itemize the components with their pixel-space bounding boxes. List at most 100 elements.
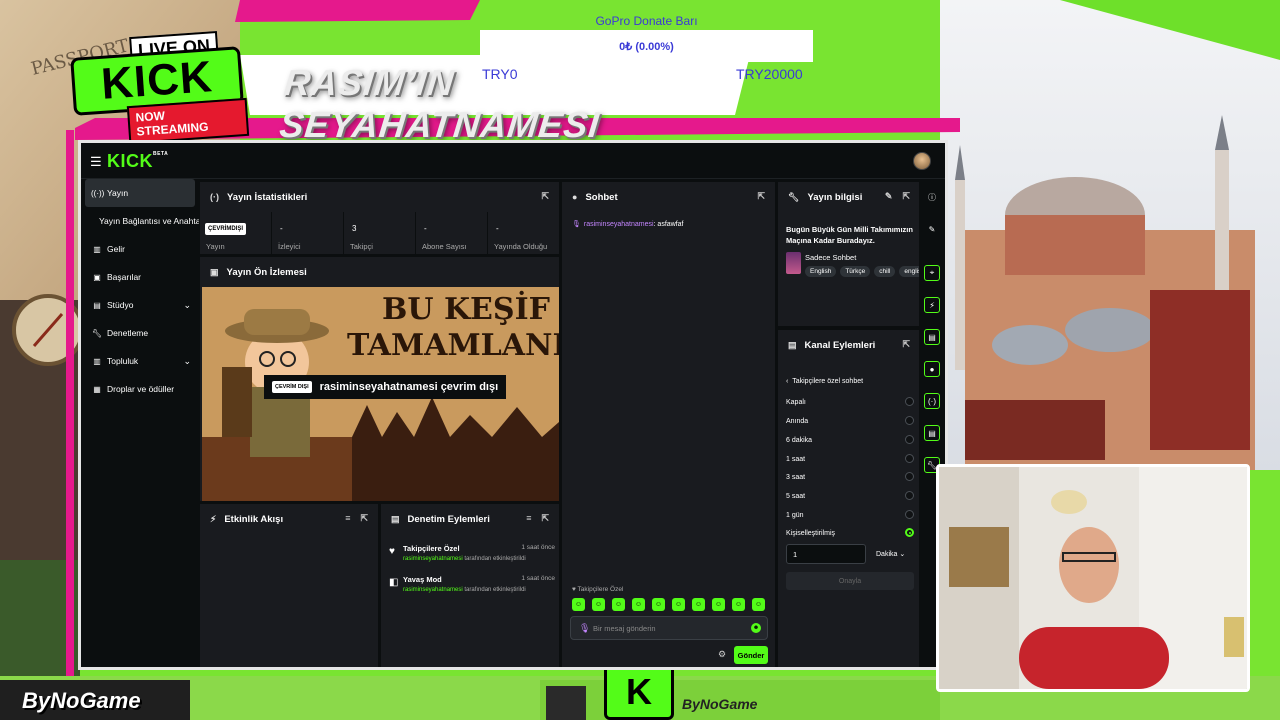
activity-feed-header: ⚡︎ Etkinlik Akışı ≡ ⇱ — [210, 513, 368, 525]
kick-logo[interactable]: KICKBETA — [107, 151, 168, 172]
stream-preview-header: ▣ Yayın Ön İzlemesi — [210, 266, 307, 278]
duration-unit-select[interactable]: Dakika ⌄ — [876, 544, 916, 564]
emote-icon[interactable]: ☺ — [572, 598, 585, 611]
radio-button[interactable] — [905, 397, 914, 406]
category-thumbnail — [786, 252, 801, 274]
chat-header: ● Sohbet ⇱ — [572, 191, 765, 203]
radio-button[interactable] — [905, 510, 914, 519]
emote-icon[interactable]: ☺ — [632, 598, 645, 611]
mod-actions-panel: ▤ Denetim Eylemleri ≡ ⇱ ♥ Takipçilere Öze… — [380, 503, 560, 667]
popout-icon[interactable]: ⇱ — [541, 191, 549, 202]
chat-message: 🎙︎ rasiminseyahatnamesi: asfawfaf — [572, 220, 684, 228]
emote-icon[interactable]: ☺ — [612, 598, 625, 611]
stat-live-duration: - Yayında Olduğu — [494, 224, 548, 251]
stream-stats-panel: (·) Yayın İstatistikleri ⇱ ÇEVRİMDIŞI Ya… — [199, 181, 560, 255]
user-avatar[interactable] — [913, 152, 931, 170]
info-icon[interactable]: ⓘ — [924, 189, 940, 205]
sidebar-item-moderation[interactable]: 🔧︎ Denetleme — [81, 319, 197, 347]
emote-icon[interactable]: ☺ — [652, 598, 665, 611]
radio-button[interactable] — [905, 435, 914, 444]
popout-icon[interactable]: ⇱ — [902, 339, 910, 350]
edit-icon[interactable]: ✎ — [924, 221, 940, 237]
sidebar-item-stream[interactable]: ((·)) Yayın — [85, 179, 195, 207]
bottom-kick-logo: K — [604, 664, 674, 720]
server-icon[interactable]: ▤ — [924, 425, 940, 441]
webcam-image — [939, 467, 1247, 689]
radio-option[interactable]: 5 saat — [786, 489, 914, 503]
heart-icon: ♥ — [389, 546, 395, 557]
sidebar-item-achievements[interactable]: ▣ Başarılar — [81, 263, 197, 291]
banner-heading-2: TAMAMLANDI — [347, 328, 559, 363]
popout-icon[interactable]: ⇱ — [541, 513, 549, 524]
radio-option[interactable]: 1 saat — [786, 452, 914, 466]
clipboard-icon[interactable]: ▤ — [924, 329, 940, 345]
gear-icon[interactable]: ⚙︎ — [718, 649, 726, 660]
chat-icon[interactable]: ● — [924, 361, 940, 377]
radio-option[interactable]: 3 saat — [786, 470, 914, 484]
kick-beta-badge: BETA — [153, 151, 169, 157]
emote-icon[interactable]: ☺ — [592, 598, 605, 611]
chat-icon: ● — [572, 192, 578, 202]
chat-text: : asfawfaf — [653, 221, 684, 228]
sidebar-item-community[interactable]: ▥ Topluluk ⌄ — [81, 347, 197, 375]
emote-icon[interactable]: ☺ — [692, 598, 705, 611]
radio-option[interactable]: Kapalı — [786, 395, 914, 409]
custom-duration-input[interactable]: 1 — [786, 544, 866, 564]
server-icon: ▤ — [788, 339, 797, 350]
sidebar-item-revenue[interactable]: ▥ Gelir — [81, 235, 197, 263]
radio-button[interactable] — [905, 472, 914, 481]
chevron-down-icon: ⌄ — [899, 551, 906, 558]
radio-option[interactable]: Kişiselleştirilmiş — [786, 526, 914, 540]
radio-option[interactable]: 1 gün — [786, 508, 914, 522]
offline-pill: ÇEVRİM DIŞI — [272, 381, 312, 393]
trophy-icon: ▣ — [93, 272, 101, 282]
stream-preview-panel: ▣ Yayın Ön İzlemesi BU KEŞİF TAMAMLANDI … — [199, 256, 560, 502]
sidebar-item-drops[interactable]: ▦ Droplar ve ödüller — [81, 375, 197, 403]
show-title: RASIM’IN SEYAHATNAMESI — [277, 62, 602, 145]
target-icon[interactable]: ⌖ — [924, 265, 940, 281]
emoji-picker-icon[interactable]: ☻ — [751, 623, 761, 633]
stat-followers: 3 Takipçi — [344, 212, 416, 254]
popout-icon[interactable]: ⇱ — [360, 513, 368, 524]
offline-text: rasiminseyahatnamesi çevrim dışı — [319, 381, 499, 393]
kick-creator-dashboard: ☰ KICKBETA ((·)) Yayın Yayın Bağlantısı v… — [78, 140, 948, 670]
back-link[interactable]: ‹ Takipçilere özel sohbet — [786, 378, 863, 385]
radio-option[interactable]: 6 dakika — [786, 433, 914, 447]
emote-icon[interactable]: ☺ — [752, 598, 765, 611]
sidebar-item-stream-key[interactable]: Yayın Bağlantısı ve Anahtarı — [81, 207, 206, 235]
quick-emotes: ☺ ☺ ☺ ☺ ☺ ☺ ☺ ☺ ☺ ☺ — [572, 598, 765, 611]
wrench-icon: 🔧︎ — [788, 191, 800, 202]
tag-chip: Türkçe — [840, 266, 871, 277]
sidebar: ((·)) Yayın Yayın Bağlantısı ve Anahtarı … — [81, 179, 206, 667]
popout-icon[interactable]: ⇱ — [757, 191, 765, 202]
confirm-button[interactable]: Onayla — [786, 572, 914, 590]
channel-actions-header: ▤ Kanal Eylemleri ⇱ — [788, 339, 910, 351]
radio-button-selected[interactable] — [905, 528, 914, 537]
mod-actions-header: ▤ Denetim Eylemleri ≡ ⇱ — [391, 513, 549, 525]
banner-heading-1: BU KEŞİF — [382, 290, 550, 327]
chat-username[interactable]: rasiminseyahatnamesi — [584, 221, 654, 228]
filter-icon[interactable]: ≡ — [526, 513, 531, 524]
bolt-icon[interactable]: ⚡︎ — [924, 297, 940, 313]
broadcast-icon[interactable]: (·) — [924, 393, 940, 409]
emote-icon[interactable]: ☺ — [672, 598, 685, 611]
send-button[interactable]: Gönder — [734, 646, 768, 664]
sidebar-item-studio[interactable]: ▤ Stüdyo ⌄ — [81, 291, 197, 319]
radio-button[interactable] — [905, 416, 914, 425]
mic-badge-icon: 🎙︎ — [572, 221, 581, 228]
radio-button[interactable] — [905, 454, 914, 463]
menu-icon[interactable]: ☰ — [90, 154, 102, 170]
chat-input[interactable]: 🎙︎ Bir mesaj gönderin ☻ — [570, 616, 768, 640]
radio-button[interactable] — [905, 491, 914, 500]
radio-option[interactable]: Anında — [786, 414, 914, 428]
stream-info-panel: 🔧︎ Yayın bilgisi ✎ ⇱ Bugün Büyük Gün Mill… — [777, 181, 931, 327]
edit-icon[interactable]: ✎ — [885, 191, 893, 202]
donate-bar-title: GoPro Donate Barı — [595, 14, 698, 28]
chat-panel: ● Sohbet ⇱ 🎙︎ rasiminseyahatnamesi: asfaw… — [561, 181, 776, 667]
emote-icon[interactable]: ☺ — [732, 598, 745, 611]
emote-icon[interactable]: ☺ — [712, 598, 725, 611]
popout-icon[interactable]: ⇱ — [902, 191, 910, 202]
filter-icon[interactable]: ≡ — [345, 513, 350, 524]
stream-stats-header: (·) Yayın İstatistikleri ⇱ — [210, 191, 549, 203]
chevron-down-icon: ⌄ — [183, 355, 191, 366]
